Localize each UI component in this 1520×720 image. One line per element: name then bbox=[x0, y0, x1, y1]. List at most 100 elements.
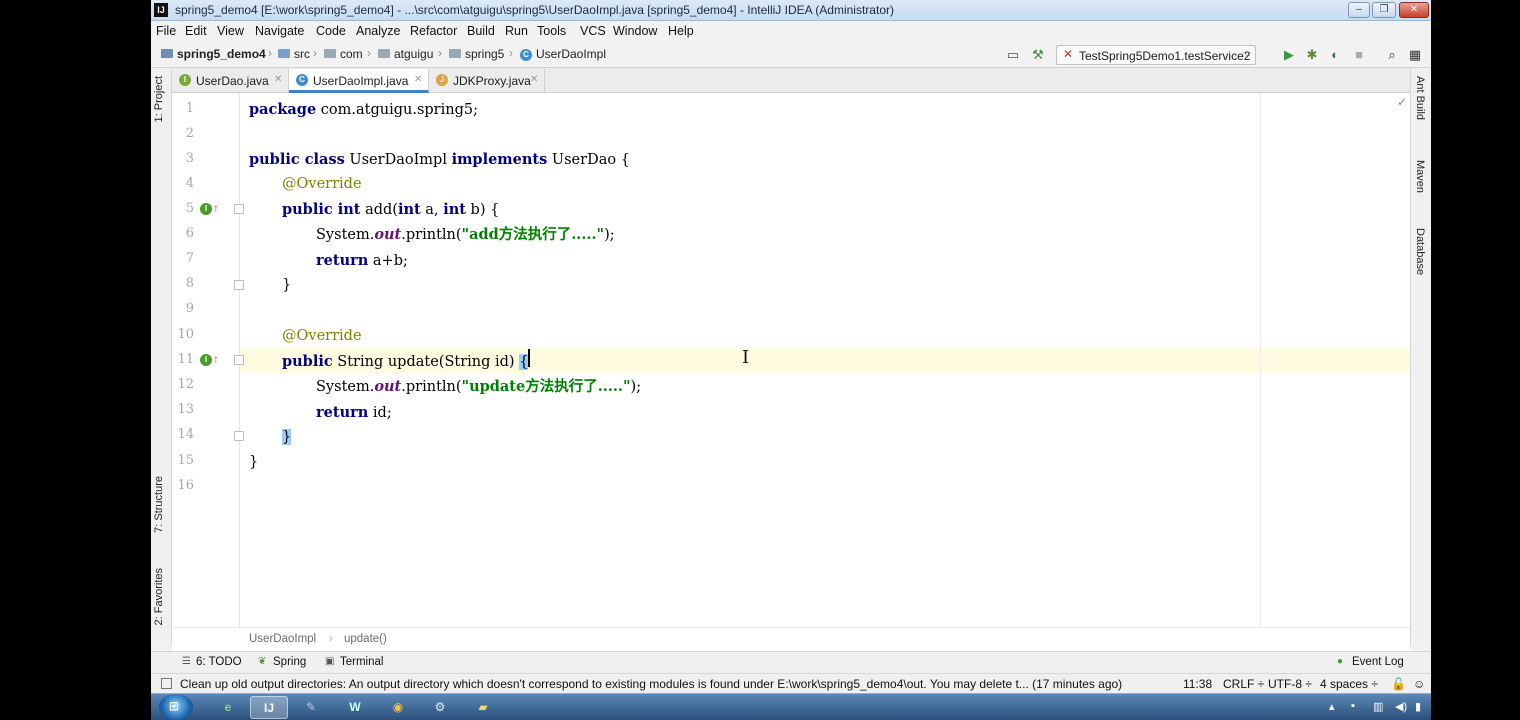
tray-app-icon[interactable]: ▪ bbox=[1351, 700, 1355, 712]
menu-run[interactable]: Run bbox=[505, 24, 528, 38]
status-message[interactable]: Clean up old output directories: An outp… bbox=[180, 677, 1122, 691]
tab-label: UserDaoImpl.java bbox=[313, 74, 409, 88]
breadcrumb-class[interactable]: UserDaoImpl bbox=[249, 633, 316, 645]
word-taskbar-icon[interactable]: W bbox=[336, 696, 374, 719]
code-line: public int add(int a, int b) { bbox=[282, 201, 500, 218]
ie-taskbar-icon[interactable]: e bbox=[209, 696, 247, 719]
menu-build[interactable]: Build bbox=[467, 24, 495, 38]
close-icon[interactable]: ✕ bbox=[414, 74, 422, 85]
spring-tool-tab[interactable]: Spring bbox=[273, 656, 306, 668]
ant-build-tool-tab[interactable]: Ant Build bbox=[1414, 76, 1426, 120]
tool-taskbar-icon[interactable]: ⚙ bbox=[421, 696, 459, 719]
notifications-icon[interactable]: ☺ bbox=[1413, 677, 1425, 691]
todo-tool-tab[interactable]: 6: TODO bbox=[196, 656, 242, 668]
close-icon[interactable]: ✕ bbox=[274, 74, 282, 85]
chevron-down-icon: ⌵ bbox=[1243, 48, 1251, 59]
line-number: 16 bbox=[177, 478, 194, 493]
favorites-tool-tab[interactable]: 2: Favorites bbox=[153, 568, 165, 625]
terminal-tool-tab[interactable]: Terminal bbox=[340, 656, 383, 668]
toggle-tool-windows-icon[interactable] bbox=[161, 678, 172, 689]
encoding-select[interactable]: UTF-8 ÷ bbox=[1268, 677, 1312, 691]
interface-icon: I bbox=[179, 74, 191, 86]
matched-brace: { bbox=[519, 354, 529, 370]
tab-userdao[interactable]: I UserDao.java ✕ bbox=[172, 69, 289, 93]
arrow-up-icon: ↑ bbox=[213, 352, 219, 366]
menu-help[interactable]: Help bbox=[668, 24, 694, 38]
search-icon[interactable]: ⌕ bbox=[1384, 47, 1400, 63]
tray-arrow-icon[interactable]: ▴ bbox=[1329, 700, 1335, 713]
fold-toggle-icon[interactable] bbox=[234, 431, 244, 441]
maven-tool-tab[interactable]: Maven bbox=[1414, 160, 1426, 193]
status-bar: Clean up old output directories: An outp… bbox=[151, 673, 1431, 693]
menu-code[interactable]: Code bbox=[316, 24, 346, 38]
ide-window: IJ spring5_demo4 [E:\work\spring5_demo4]… bbox=[151, 0, 1431, 720]
start-button[interactable]: ⊞ bbox=[159, 694, 193, 720]
code-line: @Override bbox=[282, 176, 362, 192]
inspection-ok-icon[interactable]: ✓ bbox=[1397, 95, 1407, 109]
minimize-button[interactable]: – bbox=[1348, 2, 1370, 18]
intellij-app-icon: IJ bbox=[154, 3, 168, 17]
menu-bar: File Edit View Navigate Code Analyze Ref… bbox=[151, 21, 1431, 42]
close-button[interactable]: ✕ bbox=[1399, 2, 1429, 18]
folder-taskbar-icon[interactable]: ▰ bbox=[464, 696, 502, 719]
network-icon[interactable]: ▥ bbox=[1373, 700, 1383, 713]
stop-icon[interactable]: ■ bbox=[1351, 47, 1367, 63]
implements-method-icon[interactable]: I bbox=[200, 203, 212, 215]
right-tool-strip: Ant Build Maven Database bbox=[1410, 68, 1431, 646]
volume-icon[interactable]: ◀) bbox=[1395, 700, 1407, 713]
close-icon[interactable]: ✕ bbox=[530, 74, 538, 85]
crumb-project[interactable]: spring5_demo4 bbox=[177, 47, 266, 61]
tab-userdaoimpl[interactable]: C UserDaoImpl.java ✕ bbox=[289, 69, 429, 93]
fold-toggle-icon[interactable] bbox=[234, 355, 244, 365]
navigation-bar: spring5_demo4 › src › com › atguigu › sp… bbox=[151, 42, 1431, 68]
menu-file[interactable]: File bbox=[156, 24, 176, 38]
build-hammer-icon[interactable]: ⚒ bbox=[1030, 47, 1046, 63]
menu-vcs[interactable]: VCS bbox=[580, 24, 606, 38]
project-tool-tab[interactable]: 1: Project bbox=[153, 76, 165, 122]
breadcrumb-method[interactable]: update() bbox=[344, 633, 387, 645]
line-number: 4 bbox=[185, 176, 194, 191]
line-number: 9 bbox=[185, 301, 194, 316]
line-number: 3 bbox=[185, 151, 194, 166]
line-separator-select[interactable]: CRLF ÷ bbox=[1223, 677, 1264, 691]
structure-tool-tab[interactable]: 7: Structure bbox=[153, 476, 165, 533]
run-configuration-select[interactable]: ✕ TestSpring5Demo1.testService2 ⌵ bbox=[1056, 45, 1256, 65]
tab-jdkproxy[interactable]: J JDKProxy.java ✕ bbox=[429, 69, 545, 93]
crumb-src[interactable]: src bbox=[294, 47, 310, 61]
implements-method-icon[interactable]: I bbox=[200, 354, 212, 366]
event-log-tool-tab[interactable]: Event Log bbox=[1352, 656, 1404, 668]
layout-icon[interactable]: ▭ bbox=[1005, 47, 1021, 63]
menu-view[interactable]: View bbox=[217, 24, 244, 38]
tab-label: JDKProxy.java bbox=[453, 74, 531, 88]
project-structure-icon[interactable]: ▦ bbox=[1407, 47, 1423, 63]
coverage-icon[interactable]: ◐ bbox=[1327, 47, 1343, 63]
code-editor[interactable]: ✓ 1 2 3 4 5 6 7 8 9 10 11 12 13 14 15 16… bbox=[172, 93, 1410, 627]
crumb-userdaoimpl[interactable]: UserDaoImpl bbox=[536, 47, 606, 61]
chrome-taskbar-icon[interactable]: ◉ bbox=[379, 696, 417, 719]
line-number: 2 bbox=[185, 126, 194, 141]
lock-icon[interactable]: 🔓 bbox=[1391, 677, 1406, 691]
run-icon[interactable]: ▶ bbox=[1281, 47, 1297, 63]
app-taskbar-icon[interactable]: ✎ bbox=[292, 696, 330, 719]
indent-select[interactable]: 4 spaces ÷ bbox=[1320, 677, 1378, 691]
crumb-atguigu[interactable]: atguigu bbox=[394, 47, 433, 61]
debug-icon[interactable]: ✱ bbox=[1304, 47, 1320, 63]
menu-tools[interactable]: Tools bbox=[537, 24, 566, 38]
caret-position[interactable]: 11:38 bbox=[1183, 677, 1212, 691]
menu-navigate[interactable]: Navigate bbox=[255, 24, 304, 38]
restore-button[interactable]: ❐ bbox=[1372, 2, 1396, 18]
fold-toggle-icon[interactable] bbox=[234, 280, 244, 290]
line-number: 10 bbox=[177, 327, 194, 342]
menu-edit[interactable]: Edit bbox=[185, 24, 207, 38]
intellij-taskbar-icon[interactable]: IJ bbox=[250, 696, 288, 719]
crumb-com[interactable]: com bbox=[340, 47, 363, 61]
code-line: } bbox=[282, 425, 292, 450]
database-tool-tab[interactable]: Database bbox=[1414, 228, 1426, 275]
left-tool-strip: 1: Project 7: Structure 2: Favorites bbox=[151, 68, 172, 646]
menu-refactor[interactable]: Refactor bbox=[410, 24, 457, 38]
menu-analyze[interactable]: Analyze bbox=[356, 24, 400, 38]
menu-window[interactable]: Window bbox=[613, 24, 657, 38]
tray-flag-icon[interactable]: ▮ bbox=[1415, 700, 1421, 713]
fold-toggle-icon[interactable] bbox=[234, 204, 244, 214]
crumb-spring5[interactable]: spring5 bbox=[465, 47, 504, 61]
